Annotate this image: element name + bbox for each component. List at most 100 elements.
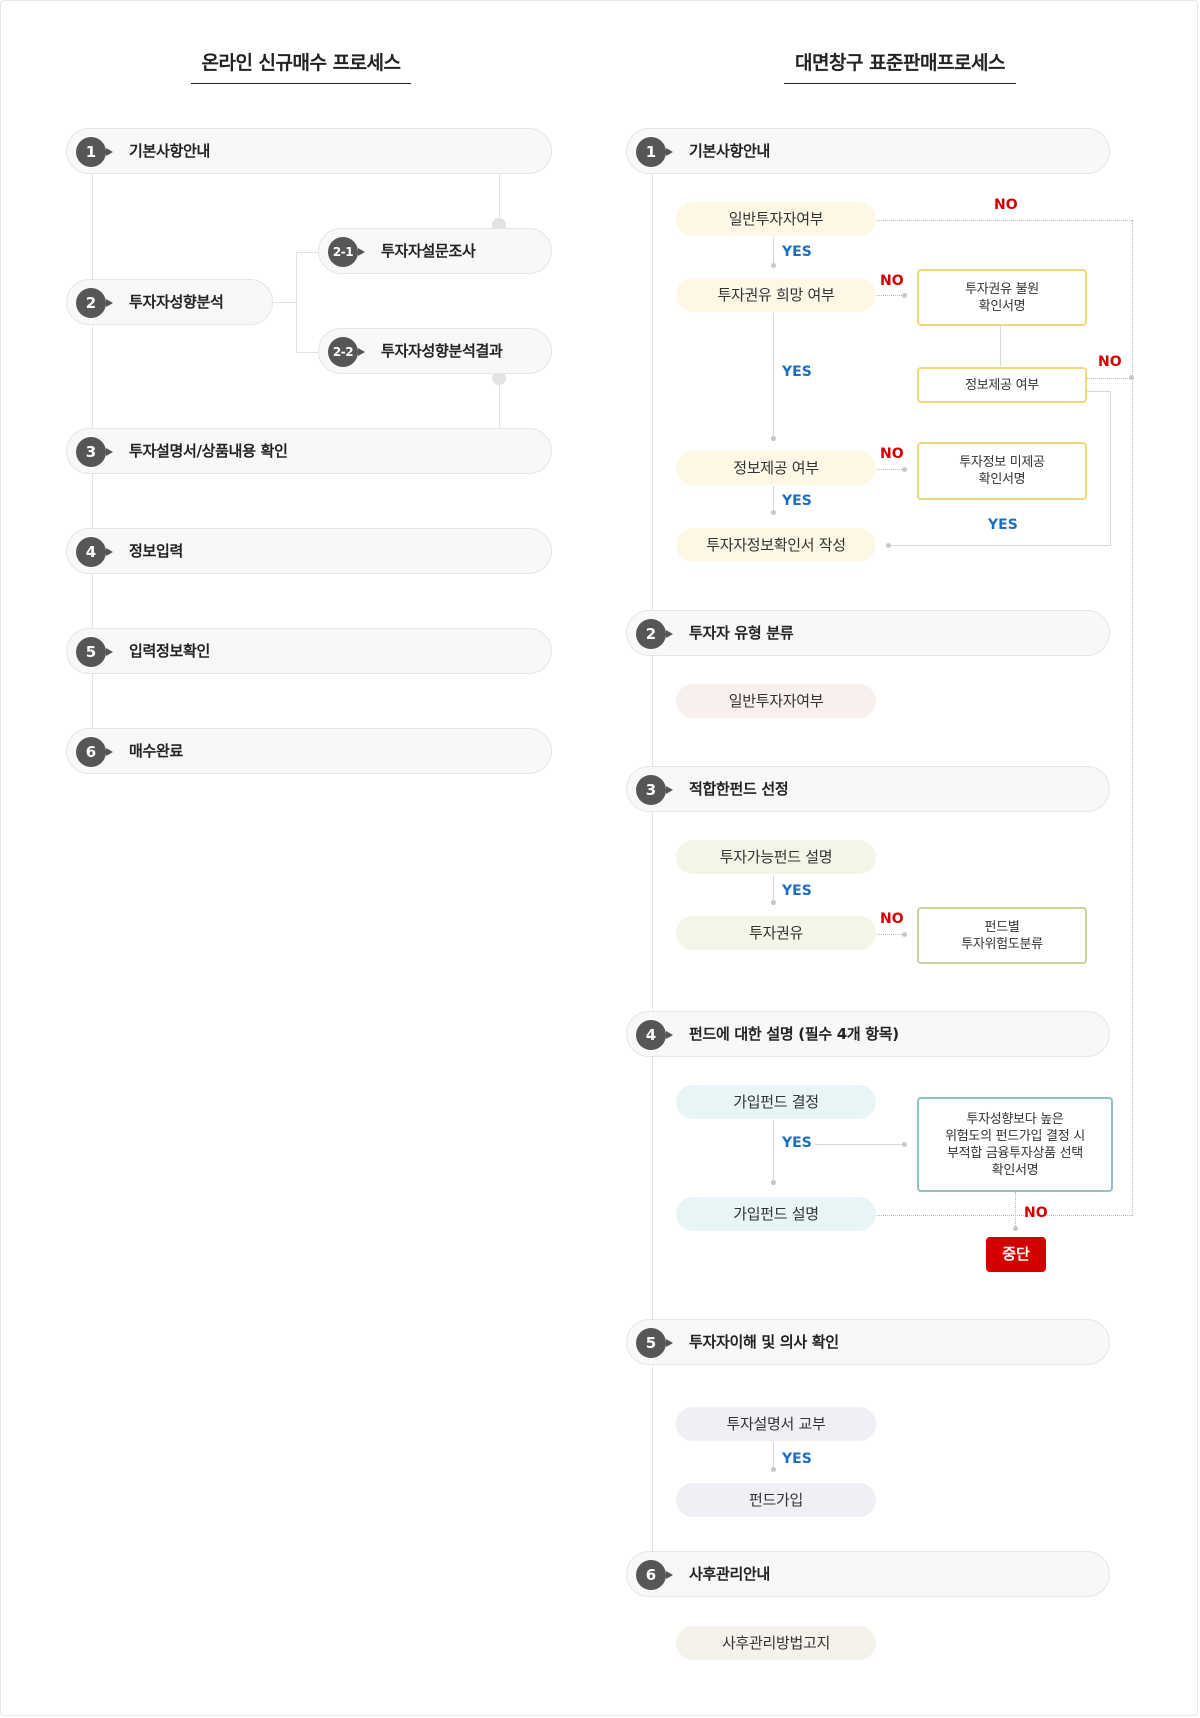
yes-label: YES <box>782 493 812 509</box>
step-label: 투자자설문조사 <box>381 242 476 260</box>
right-stage-2: 2 투자자 유형 분류 <box>626 610 1110 656</box>
fund-join: 펀드가입 <box>676 1483 876 1517</box>
yes-label: YES <box>782 364 812 380</box>
step-number-badge: 2-2 <box>328 337 365 367</box>
no-label: NO <box>880 911 904 927</box>
flow-line <box>773 1120 774 1182</box>
recommendation-wish-check: 투자권유 희망 여부 <box>676 278 876 312</box>
no-info-confirm-box: 투자정보 미제공 확인서명 <box>917 442 1087 500</box>
branch-line <box>296 252 318 253</box>
stage-label: 투자자 유형 분류 <box>689 624 794 642</box>
flow-dot <box>771 1467 776 1472</box>
left-step-4: 4 정보입력 <box>66 528 552 574</box>
step-number-badge: 1 <box>636 137 673 167</box>
flow-dot <box>771 1180 776 1185</box>
branch-line <box>296 352 318 353</box>
yes-label: YES <box>782 1451 812 1467</box>
step-number-badge: 4 <box>76 537 113 567</box>
step-number-badge: 5 <box>636 1328 673 1358</box>
no-label: NO <box>1098 354 1122 370</box>
no-label: NO <box>994 197 1018 213</box>
yes-label: YES <box>782 1135 812 1151</box>
stage-label: 기본사항안내 <box>689 142 771 160</box>
flow-dot <box>902 293 907 298</box>
step-number-badge: 2 <box>76 288 113 318</box>
flow-dot <box>1013 1226 1018 1231</box>
left-step-5: 5 입력정보확인 <box>66 628 552 674</box>
branch-line <box>296 252 297 352</box>
info-provision-check: 정보제공 여부 <box>676 451 876 485</box>
flow-line <box>890 545 1111 546</box>
fund-risk-class-box: 펀드별 투자위험도분류 <box>917 907 1087 964</box>
step-label: 투자자성향분석 <box>129 293 224 311</box>
no-label: NO <box>880 446 904 462</box>
counter-process-title: 대면창구 표준판매프로세스 <box>784 48 1016 84</box>
step-number-badge: 6 <box>636 1560 673 1590</box>
fund-explain: 투자가능펀드 설명 <box>676 840 876 874</box>
prospectus-delivery: 투자설명서 교부 <box>676 1407 876 1441</box>
left-step-2: 2 투자자성향분석 <box>66 279 273 325</box>
flow-line <box>773 1442 774 1470</box>
step-label: 정보입력 <box>129 542 184 560</box>
step-label: 매수완료 <box>129 742 184 760</box>
aftercare-notice: 사후관리방법고지 <box>676 1626 876 1660</box>
stage-label: 펀드에 대한 설명 (필수 4개 항목) <box>689 1025 899 1043</box>
stage-label: 투자자이해 및 의사 확인 <box>689 1333 839 1351</box>
step-label: 투자설명서/상품내용 확인 <box>129 442 288 460</box>
no-path-line <box>877 1215 1132 1216</box>
step-number-badge: 5 <box>76 637 113 667</box>
left-step-2-2: 2-2 투자자성향분석결과 <box>318 328 552 374</box>
step-label: 기본사항안내 <box>129 142 211 160</box>
flow-dot <box>771 510 776 515</box>
investment-recommend: 투자권유 <box>676 916 876 950</box>
general-investor-classify: 일반투자자여부 <box>676 684 876 718</box>
left-step-2-1: 2-1 투자자설문조사 <box>318 228 552 274</box>
branch-line <box>272 302 296 303</box>
unsuitable-product-confirm-box: 투자성향보다 높은 위험도의 펀드가입 결정 시 부적합 금융투자상품 선택 확인서명 <box>917 1097 1113 1192</box>
no-path-line <box>877 220 1132 221</box>
no-path-line <box>877 934 904 935</box>
no-path-line <box>877 295 904 296</box>
no-label: NO <box>880 273 904 289</box>
right-stage-3: 3 적합한펀드 선정 <box>626 766 1110 812</box>
step-number-badge: 2 <box>636 619 673 649</box>
no-path-line <box>1015 1192 1016 1228</box>
flow-dot <box>771 263 776 268</box>
step-number-badge: 1 <box>76 137 113 167</box>
step-number-badge: 3 <box>636 775 673 805</box>
left-step-3: 3 투자설명서/상품내용 확인 <box>66 428 552 474</box>
fund-explanation: 가입펀드 설명 <box>676 1197 876 1231</box>
fund-decision: 가입펀드 결정 <box>676 1085 876 1119</box>
page-frame <box>0 0 1198 1716</box>
yes-label: YES <box>782 883 812 899</box>
flow-line <box>815 1144 904 1145</box>
flow-line <box>773 486 774 512</box>
no-path-line <box>877 469 904 470</box>
step-number-badge: 6 <box>76 737 113 767</box>
flow-dot <box>902 1142 907 1147</box>
step-number-badge: 4 <box>636 1020 673 1050</box>
right-stage-1: 1 기본사항안내 <box>626 128 1110 174</box>
stop-badge: 중단 <box>986 1237 1046 1272</box>
unwanted-confirm-box: 투자권유 불원 확인서명 <box>917 269 1087 326</box>
left-step-6: 6 매수완료 <box>66 728 552 774</box>
flow-line <box>1110 391 1111 546</box>
flow-dot <box>771 436 776 441</box>
no-label: NO <box>1024 1205 1048 1221</box>
flow-line <box>1000 326 1001 366</box>
yes-label: YES <box>782 244 812 260</box>
step-number-badge: 3 <box>76 437 113 467</box>
step-label: 입력정보확인 <box>129 642 211 660</box>
flow-dot <box>771 900 776 905</box>
flow-dot <box>886 543 891 548</box>
online-process-title: 온라인 신규매수 프로세스 <box>191 48 411 84</box>
right-stage-5: 5 투자자이해 및 의사 확인 <box>626 1319 1110 1365</box>
step-number-badge: 2-1 <box>328 237 365 267</box>
left-step-1: 1 기본사항안내 <box>66 128 552 174</box>
general-investor-check: 일반투자자여부 <box>676 202 876 236</box>
stage-label: 적합한펀드 선정 <box>689 780 789 798</box>
flow-line <box>773 313 774 438</box>
flow-line <box>1087 391 1110 392</box>
no-path-line <box>1132 220 1133 1216</box>
stage-label: 사후관리안내 <box>689 1565 771 1583</box>
